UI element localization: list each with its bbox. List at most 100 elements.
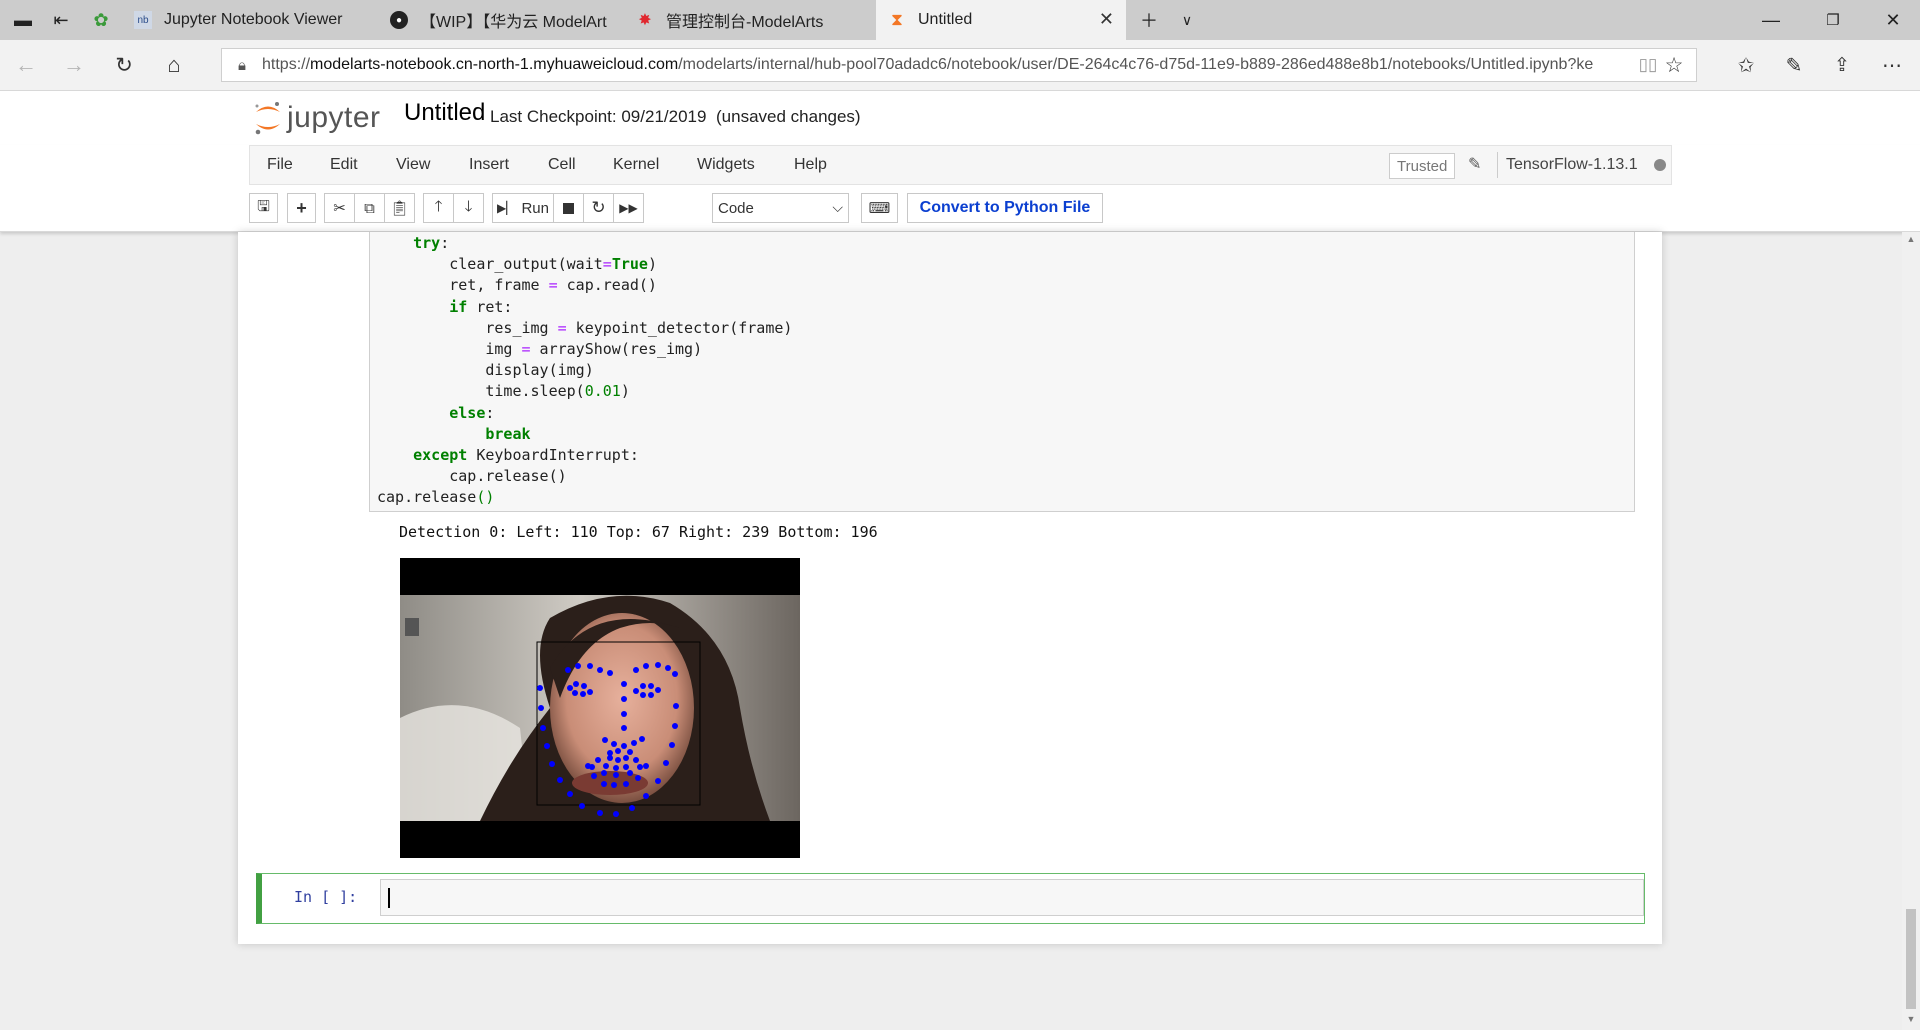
close-tab-icon[interactable]: ✕: [1099, 9, 1114, 30]
more-icon[interactable]: ⋯: [1868, 40, 1916, 90]
scroll-up-icon[interactable]: ▲: [1902, 234, 1920, 244]
menubar: File Edit View Insert Cell Kernel Widget…: [249, 145, 1672, 185]
nbviewer-icon: nb: [134, 11, 152, 29]
notebook-title[interactable]: Untitled: [404, 99, 485, 127]
code-line: if ret:: [377, 298, 512, 316]
code-token: (): [476, 488, 495, 507]
cut-button[interactable]: ✂: [324, 193, 355, 223]
keypoint-dot: [639, 736, 645, 742]
keypoint-dot: [663, 760, 669, 766]
scrollbar-thumb[interactable]: [1906, 909, 1916, 1009]
code-token: img: [485, 340, 522, 358]
menu-widgets[interactable]: Widgets: [697, 156, 755, 174]
menu-edit[interactable]: Edit: [330, 156, 358, 174]
menu-insert[interactable]: Insert: [469, 156, 509, 174]
menu-kernel[interactable]: Kernel: [613, 156, 659, 174]
insert-cell-button[interactable]: +: [287, 193, 316, 223]
run-label: Run: [521, 199, 549, 217]
scroll-down-icon[interactable]: ▼: [1902, 1014, 1920, 1024]
cell-type-value: Code: [718, 199, 754, 217]
keypoint-dot: [648, 683, 654, 689]
keypoint-dot: [629, 805, 635, 811]
kernel-name[interactable]: TensorFlow-1.13.1: [1506, 156, 1638, 174]
keypoint-dot: [631, 740, 637, 746]
jupyter-logo[interactable]: jupyter: [253, 99, 381, 137]
code-token: else: [449, 403, 486, 422]
kernel-status-icon: [1654, 159, 1666, 171]
favorite-star-icon[interactable]: ☆: [1650, 40, 1698, 90]
keypoint-dot: [615, 748, 621, 754]
restore-icon[interactable]: ❐: [1810, 0, 1856, 40]
keypoint-dot: [643, 763, 649, 769]
cell-type-select[interactable]: Code ⌵: [712, 193, 849, 223]
keypoint-dot: [603, 763, 609, 769]
share-icon[interactable]: ⇪: [1818, 40, 1866, 90]
keypoint-dot: [587, 663, 593, 669]
paste-button[interactable]: 📋︎: [384, 193, 415, 223]
tab-nbviewer[interactable]: nb Jupyter Notebook Viewer: [122, 0, 378, 40]
restart-icon: ↻: [591, 198, 606, 217]
tab-preview-icon[interactable]: ∨: [1164, 0, 1210, 40]
code-cell-input[interactable]: try: clear_output(wait=True) ret, frame …: [369, 232, 1635, 512]
move-up-button[interactable]: 🡑: [423, 193, 454, 223]
menu-help[interactable]: Help: [794, 156, 827, 174]
run-button[interactable]: ▶▏ Run: [492, 193, 554, 223]
tab-huawei[interactable]: ✸ 管理控制台-ModelArts: [624, 0, 876, 40]
keypoint-dot: [643, 793, 649, 799]
tab-untitled[interactable]: ⧗ Untitled ✕: [876, 0, 1126, 40]
save-button[interactable]: 🖫︎: [249, 193, 278, 223]
keypoint-dot: [672, 723, 678, 729]
keypoint-dot: [601, 781, 607, 787]
forward-icon[interactable]: →: [50, 40, 98, 90]
code-token: cap.release: [377, 488, 477, 507]
code-input[interactable]: [380, 879, 1644, 916]
menu-file[interactable]: File: [267, 156, 293, 174]
trusted-badge[interactable]: Trusted: [1389, 153, 1456, 179]
scissors-icon: ✂: [333, 200, 346, 217]
jupyter-header: jupyter Untitled Last Checkpoint: 09/21/…: [0, 91, 1920, 145]
minimize-icon[interactable]: —: [1748, 0, 1794, 40]
pen-notes-icon[interactable]: ✎: [1770, 40, 1818, 90]
edit-mode-pencil-icon: ✎: [1468, 156, 1482, 173]
command-palette-button[interactable]: ⌨: [861, 193, 898, 223]
code-token: =: [557, 318, 567, 337]
code-line: cap.release(): [377, 467, 566, 485]
copy-button[interactable]: ⧉: [354, 193, 385, 223]
menu-view[interactable]: View: [396, 156, 430, 174]
tab-label: 管理控制台-ModelArts: [666, 14, 824, 31]
move-down-button[interactable]: 🡓: [453, 193, 484, 223]
new-code-cell[interactable]: In [ ]:: [256, 873, 1645, 924]
keypoint-dot: [611, 782, 617, 788]
extension-icon[interactable]: ✿: [78, 0, 124, 40]
tab-label: Untitled: [918, 11, 973, 28]
code-token: res_img: [485, 318, 558, 337]
url-field[interactable]: 🔒︎ https://modelarts-notebook.cn-north-1…: [221, 48, 1697, 82]
restart-button[interactable]: ↻: [583, 193, 614, 223]
refresh-icon[interactable]: ↻: [100, 40, 148, 90]
tab-label: Jupyter Notebook Viewer: [164, 11, 343, 28]
keypoint-dot: [623, 755, 629, 761]
window-close-icon[interactable]: ✕: [1870, 0, 1916, 40]
keypoint-dot: [540, 725, 546, 731]
code-token: ret:: [467, 297, 513, 316]
page-scrollbar[interactable]: ▲ ▼: [1902, 232, 1920, 1030]
keypoint-dot: [581, 683, 587, 689]
github-icon: ●: [390, 11, 408, 29]
keypoint-dot: [538, 705, 544, 711]
back-icon[interactable]: ←: [2, 40, 50, 90]
chevron-down-icon: ⌵: [832, 199, 843, 215]
keypoint-dot: [635, 775, 641, 781]
favorites-list-icon[interactable]: ✩: [1722, 40, 1770, 90]
tab-label: 【WIP】【华为云 ModelArt: [420, 14, 607, 31]
keypoint-dot: [621, 711, 627, 717]
restart-run-all-button[interactable]: ▶▶: [613, 193, 644, 223]
interrupt-button[interactable]: [553, 193, 584, 223]
keypoint-dot: [597, 810, 603, 816]
tab-github[interactable]: ● 【WIP】【华为云 ModelArt: [378, 0, 624, 40]
step-forward-icon: ▶▏: [497, 201, 516, 215]
menu-cell[interactable]: Cell: [548, 156, 576, 174]
home-icon[interactable]: ⌂: [150, 40, 198, 90]
code-token: arrayShow(res_img): [530, 340, 703, 358]
keypoint-dot: [597, 667, 603, 673]
convert-to-python-button[interactable]: Convert to Python File: [907, 193, 1103, 223]
